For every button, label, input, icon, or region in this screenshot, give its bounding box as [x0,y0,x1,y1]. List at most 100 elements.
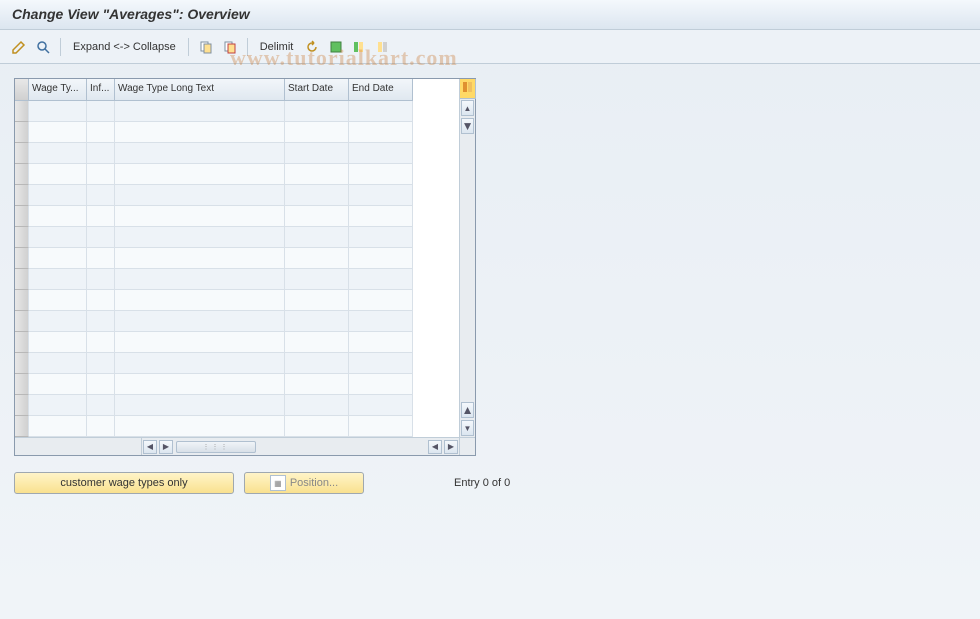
cell-long-text[interactable] [115,143,285,164]
cell-end-date[interactable] [349,353,413,374]
cell-infotype[interactable] [87,101,115,122]
cell-start-date[interactable] [285,227,349,248]
cell-start-date[interactable] [285,101,349,122]
scroll-up-icon[interactable]: ▲ [461,100,474,116]
find-icon[interactable] [34,38,52,56]
cell-wage-type[interactable] [29,101,87,122]
table-row[interactable] [15,206,459,227]
table-row[interactable] [15,332,459,353]
cell-end-date[interactable] [349,290,413,311]
cell-long-text[interactable] [115,311,285,332]
expand-collapse-button[interactable]: Expand <-> Collapse [69,41,180,53]
table-row[interactable] [15,164,459,185]
cell-start-date[interactable] [285,122,349,143]
configure-columns-icon[interactable] [460,79,476,99]
vertical-scrollbar[interactable]: ▲ ▼ ▲ ▼ [459,79,475,437]
cell-infotype[interactable] [87,332,115,353]
table-row[interactable] [15,374,459,395]
cell-long-text[interactable] [115,332,285,353]
row-selector[interactable] [15,101,29,122]
cell-wage-type[interactable] [29,353,87,374]
table-row[interactable] [15,101,459,122]
cell-wage-type[interactable] [29,185,87,206]
cell-end-date[interactable] [349,185,413,206]
cell-infotype[interactable] [87,416,115,437]
horizontal-scrollbar[interactable]: ◀ ▶ ⋮⋮⋮ ◀ ▶ [15,437,475,455]
scroll-right-end-icon[interactable]: ▶ [444,440,458,454]
cell-start-date[interactable] [285,416,349,437]
cell-infotype[interactable] [87,227,115,248]
cell-end-date[interactable] [349,122,413,143]
undo-icon[interactable] [303,38,321,56]
row-selector[interactable] [15,374,29,395]
cell-end-date[interactable] [349,164,413,185]
cell-infotype[interactable] [87,374,115,395]
cell-infotype[interactable] [87,143,115,164]
customer-wage-types-button[interactable]: customer wage types only [14,472,234,494]
row-selector[interactable] [15,290,29,311]
row-selector[interactable] [15,122,29,143]
scroll-right-icon[interactable]: ▶ [159,440,173,454]
cell-wage-type[interactable] [29,374,87,395]
scroll-down-page-icon[interactable]: ▲ [461,402,474,418]
table-row[interactable] [15,416,459,437]
cell-infotype[interactable] [87,290,115,311]
cell-wage-type[interactable] [29,395,87,416]
scroll-track[interactable] [460,135,475,401]
row-selector[interactable] [15,353,29,374]
cell-start-date[interactable] [285,164,349,185]
cell-wage-type[interactable] [29,248,87,269]
select-all-icon[interactable] [351,38,369,56]
cell-long-text[interactable] [115,269,285,290]
cell-long-text[interactable] [115,164,285,185]
cell-wage-type[interactable] [29,227,87,248]
table-row[interactable] [15,185,459,206]
scroll-left-end-icon[interactable]: ◀ [428,440,442,454]
cell-start-date[interactable] [285,143,349,164]
scroll-thumb[interactable]: ⋮⋮⋮ [176,441,256,453]
row-selector[interactable] [15,269,29,290]
cell-end-date[interactable] [349,101,413,122]
table-row[interactable] [15,248,459,269]
col-wage-type[interactable]: Wage Ty... [29,79,87,101]
cell-end-date[interactable] [349,143,413,164]
row-selector[interactable] [15,227,29,248]
cell-infotype[interactable] [87,206,115,227]
col-long-text[interactable]: Wage Type Long Text [115,79,285,101]
table-row[interactable] [15,269,459,290]
cell-long-text[interactable] [115,416,285,437]
table-row[interactable] [15,122,459,143]
position-button[interactable]: ▦ Position... [244,472,364,494]
row-selector[interactable] [15,185,29,206]
cell-long-text[interactable] [115,227,285,248]
cell-long-text[interactable] [115,374,285,395]
cell-end-date[interactable] [349,311,413,332]
cell-end-date[interactable] [349,227,413,248]
cell-end-date[interactable] [349,416,413,437]
table-row[interactable] [15,290,459,311]
row-selector[interactable] [15,206,29,227]
row-selector[interactable] [15,164,29,185]
cell-start-date[interactable] [285,311,349,332]
deselect-icon[interactable] [375,38,393,56]
cell-wage-type[interactable] [29,206,87,227]
table-row[interactable] [15,353,459,374]
cell-start-date[interactable] [285,248,349,269]
cell-start-date[interactable] [285,290,349,311]
edit-icon[interactable] [10,38,28,56]
table-row[interactable] [15,143,459,164]
row-selector[interactable] [15,143,29,164]
cell-long-text[interactable] [115,395,285,416]
row-selector[interactable] [15,311,29,332]
scroll-up-page-icon[interactable]: ▼ [461,118,474,134]
cell-start-date[interactable] [285,395,349,416]
delimit-button[interactable]: Delimit [256,41,298,53]
cell-wage-type[interactable] [29,311,87,332]
cell-wage-type[interactable] [29,164,87,185]
cell-infotype[interactable] [87,395,115,416]
cell-wage-type[interactable] [29,143,87,164]
cell-wage-type[interactable] [29,122,87,143]
row-selector[interactable] [15,395,29,416]
cell-long-text[interactable] [115,248,285,269]
select-all-header[interactable] [15,79,29,101]
